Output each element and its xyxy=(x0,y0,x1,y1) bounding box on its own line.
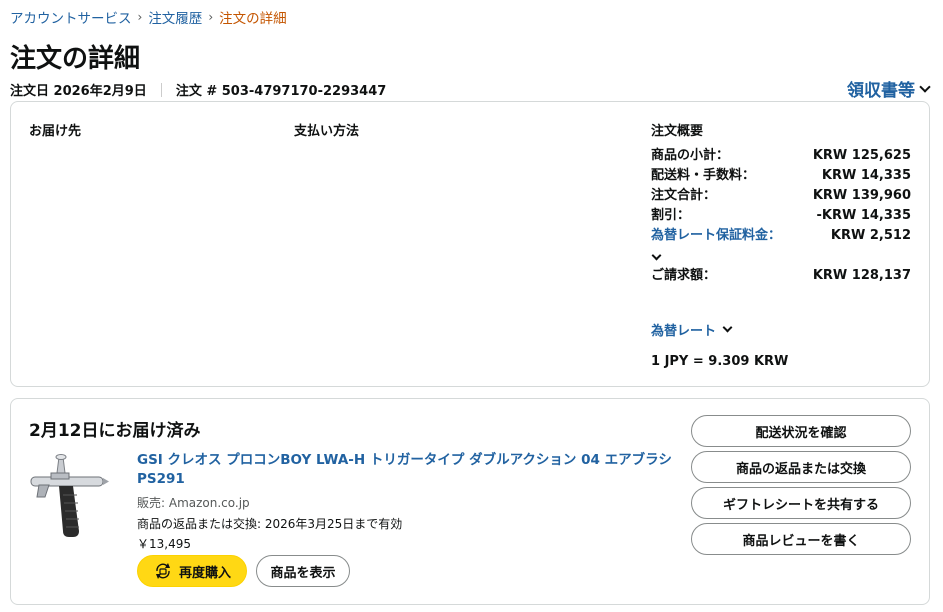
receipt-label: 領収書等 xyxy=(847,81,915,101)
summary-value: KRW 2,512 xyxy=(830,228,911,243)
action-label: 配送状況を確認 xyxy=(755,425,847,441)
fx-rate-value: 1 JPY = 9.309 KRW xyxy=(651,354,789,369)
share-gift-receipt-button[interactable]: ギフトレシートを共有する xyxy=(691,487,911,519)
shipment-card: 2月12日にお届け済み GSI クレオス プロコンBOY LWA-H トリガータ… xyxy=(10,398,930,605)
action-label: 商品レビューを書く xyxy=(742,533,860,549)
seller-info: 販売: Amazon.co.jp xyxy=(137,496,250,510)
return-eligibility: 商品の返品または交換: 2026年3月25日まで有効 xyxy=(137,517,403,531)
view-item-button[interactable]: 商品を表示 xyxy=(256,555,350,587)
product-title-link[interactable]: GSI クレオス プロコンBOY LWA-H トリガータイプ ダブルアクション … xyxy=(137,451,677,489)
order-summary: 商品の小計： KRW 125,625 配送料・手数料： KRW 14,335 注… xyxy=(651,146,911,286)
summary-row-grand-total: ご請求額： KRW 128,137 xyxy=(651,266,911,286)
summary-row-fx-fee: 為替レート保証料金： KRW 2,512 xyxy=(651,226,911,246)
order-date: 注文日 2026年2月9日 xyxy=(10,84,147,99)
summary-value: KRW 14,335 xyxy=(821,168,911,183)
order-info-card: お届け先 支払い方法 注文概要 商品の小計： KRW 125,625 配送料・手… xyxy=(10,101,930,387)
action-label: ギフトレシートを共有する xyxy=(722,497,879,513)
breadcrumb-separator: › xyxy=(208,10,214,24)
breadcrumb: アカウントサービス › 注文履歴 › 注文の詳細 xyxy=(10,7,287,27)
track-package-button[interactable]: 配送状況を確認 xyxy=(691,415,911,447)
breadcrumb-order-history[interactable]: 注文履歴 xyxy=(148,7,202,27)
product-image[interactable] xyxy=(29,451,109,541)
chevron-down-icon xyxy=(651,250,662,261)
fx-fee-link[interactable]: 為替レート保証料金： xyxy=(651,226,781,246)
shipping-address-heading: お届け先 xyxy=(29,124,82,139)
order-number: 注文 # 503-4797170-2293447 xyxy=(175,84,387,99)
view-item-label: 商品を表示 xyxy=(270,565,336,581)
summary-value: -KRW 14,335 xyxy=(816,208,911,223)
summary-value: KRW 139,960 xyxy=(812,188,911,203)
order-meta: 注文日 2026年2月9日 注文 # 503-4797170-2293447 xyxy=(10,80,386,99)
summary-row-shipping: 配送料・手数料： KRW 14,335 xyxy=(651,166,911,186)
payment-method-heading: 支払い方法 xyxy=(294,124,360,139)
fx-rate-toggle-label: 為替レート xyxy=(651,324,717,339)
summary-label: 割引： xyxy=(651,208,691,223)
fx-rate-toggle[interactable]: 為替レート xyxy=(651,320,733,339)
summary-value: KRW 128,137 xyxy=(812,268,911,283)
summary-value: KRW 125,625 xyxy=(812,148,911,163)
fx-fee-expand[interactable] xyxy=(651,246,911,266)
chevron-down-icon xyxy=(722,322,733,333)
summary-row-order-total: 注文合計： KRW 139,960 xyxy=(651,186,911,206)
summary-label: 商品の小計： xyxy=(651,148,730,163)
summary-label: ご請求額： xyxy=(651,268,717,283)
breadcrumb-separator: › xyxy=(137,10,143,24)
summary-row-subtotal: 商品の小計： KRW 125,625 xyxy=(651,146,911,166)
summary-label: 配送料・手数料： xyxy=(651,168,756,183)
write-review-button[interactable]: 商品レビューを書く xyxy=(691,523,911,555)
page-title: 注文の詳細 xyxy=(10,44,141,74)
buy-again-icon xyxy=(155,563,170,579)
return-replace-button[interactable]: 商品の返品または交換 xyxy=(691,451,911,483)
buy-again-label: 再度購入 xyxy=(178,565,231,581)
buy-again-button[interactable]: 再度購入 xyxy=(137,555,247,587)
action-label: 商品の返品または交換 xyxy=(735,461,866,477)
breadcrumb-current: 注文の詳細 xyxy=(219,11,287,27)
summary-row-discount: 割引： -KRW 14,335 xyxy=(651,206,911,226)
product-price: ￥13,495 xyxy=(137,537,191,551)
meta-divider xyxy=(160,82,162,97)
receipt-dropdown[interactable]: 領収書等 xyxy=(847,76,931,101)
breadcrumb-account-service[interactable]: アカウントサービス xyxy=(10,7,132,27)
chevron-down-icon xyxy=(919,80,931,93)
order-summary-heading: 注文概要 xyxy=(651,124,704,139)
delivery-status: 2月12日にお届け済み xyxy=(29,421,201,441)
summary-label: 注文合計： xyxy=(651,188,717,203)
